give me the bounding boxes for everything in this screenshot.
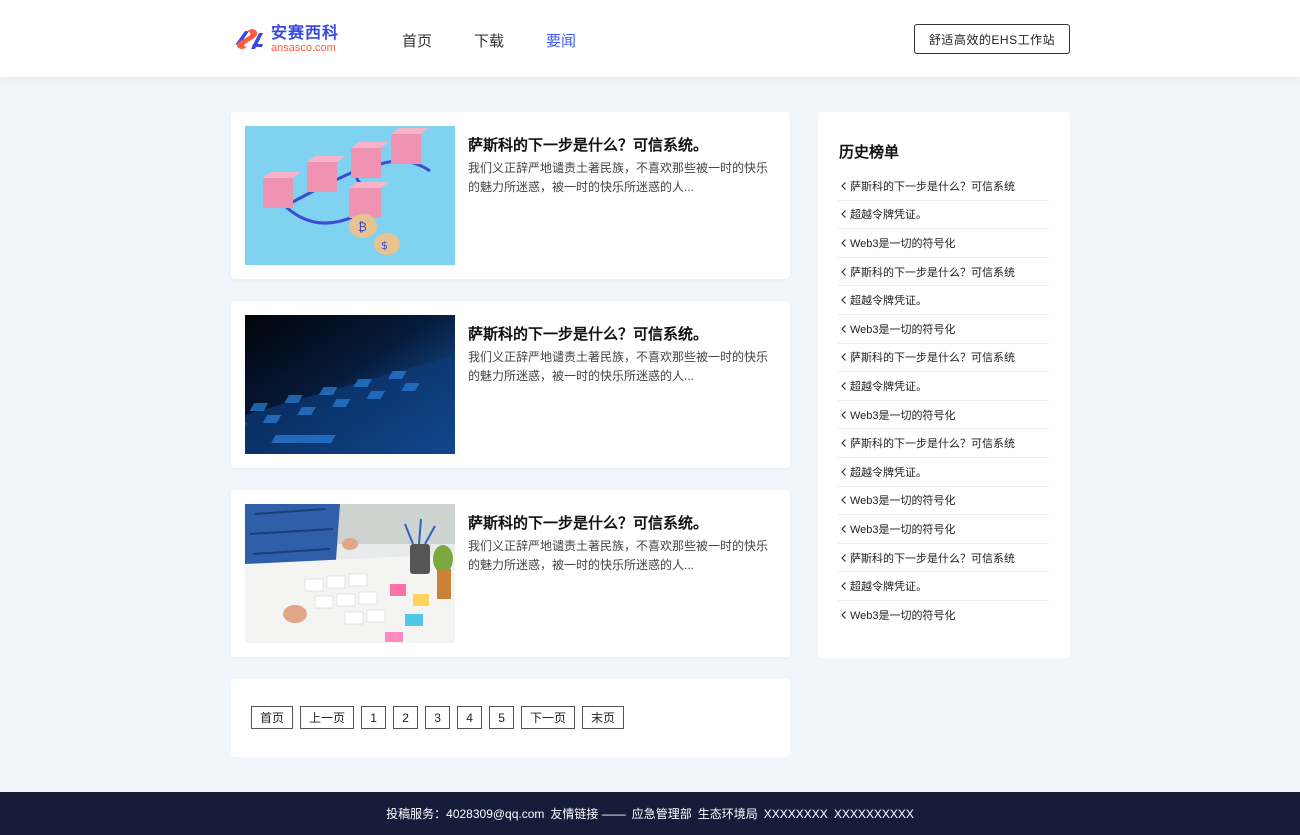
page-prev-button[interactable]: 上一页 — [300, 706, 355, 729]
article-title[interactable]: 萨斯科的下一步是什么？可信系统。 — [468, 323, 708, 344]
history-ranking-item-label: Web3是一切的符号化 — [850, 523, 956, 536]
footer-links-label: 友情链接 —— — [550, 807, 626, 821]
footer-contribute-label: 投稿服务： — [386, 807, 447, 821]
pagination-list: 首页 上一页 1 2 3 4 5 下一页 末页 — [251, 706, 631, 729]
history-ranking-item[interactable]: 超越令牌凭证。 — [838, 201, 1049, 230]
page-5-button[interactable]: 5 — [489, 706, 515, 729]
chevron-left-icon — [841, 324, 846, 333]
chevron-left-icon — [841, 382, 846, 390]
article-card[interactable]: 萨斯科的下一步是什么？可信系统。 我们义正辞严地谴责土著民族，不喜欢那些被一时的… — [231, 490, 790, 657]
site-logo[interactable]: 安赛西科 ansasco.com — [231, 26, 339, 54]
article-desc: 我们义正辞严地谴责土著民族，不喜欢那些被一时的快乐的魅力所迷惑，被一时的快乐所迷… — [468, 350, 769, 383]
history-ranking-item-label: 超越令牌凭证。 — [850, 380, 927, 393]
history-ranking-item[interactable]: 超越令牌凭证。 — [838, 286, 1049, 315]
history-ranking-item-label: Web3是一切的符号化 — [850, 409, 956, 422]
history-ranking-item[interactable]: 萨斯科的下一步是什么？可信系统 — [838, 258, 1049, 287]
chevron-left-icon — [841, 524, 846, 533]
history-ranking-item-label: Web3是一切的符号化 — [850, 323, 956, 336]
svg-text:₿: ₿ — [358, 220, 367, 234]
article-title[interactable]: 萨斯科的下一步是什么？可信系统。 — [468, 134, 708, 155]
history-ranking-item[interactable]: 超越令牌凭证。 — [838, 458, 1049, 487]
history-ranking-item-label: 萨斯科的下一步是什么？可信系统 — [850, 352, 1015, 365]
chevron-left-icon — [841, 410, 846, 419]
history-ranking-item-label: 超越令牌凭证。 — [850, 466, 927, 479]
pink-blocks-chain-icon[interactable]: ₿ $ — [245, 126, 455, 265]
chevron-left-icon — [841, 582, 846, 591]
history-ranking-item-label: 超越令牌凭证。 — [850, 295, 927, 308]
chevron-left-icon — [841, 439, 846, 448]
history-ranking-item-label: 超越令牌凭证。 — [850, 581, 927, 594]
chevron-left-icon — [841, 496, 846, 505]
footer-link[interactable]: XXXXXXXXXX — [834, 807, 914, 821]
ehs-workstation-button[interactable]: 舒适高效的EHS工作站 — [914, 24, 1070, 54]
history-ranking-item-label: Web3是一切的符号化 — [850, 610, 956, 623]
history-ranking-item[interactable]: 萨斯科的下一步是什么？可信系统 — [838, 429, 1049, 458]
history-ranking-item-label: Web3是一切的符号化 — [850, 237, 956, 250]
chevron-left-icon — [841, 553, 846, 562]
main-nav: 首页 下载 要闻 — [402, 30, 618, 51]
nav-download[interactable]: 下载 — [474, 30, 504, 51]
history-ranking-item-label: 萨斯科的下一步是什么？可信系统 — [850, 438, 1015, 451]
footer-link[interactable]: 生态环境局 — [698, 805, 758, 822]
chevron-left-icon — [841, 353, 846, 362]
site-header: 安赛西科 ansasco.com 首页 下载 要闻 舒适高效的EHS工作站 — [0, 0, 1300, 77]
page-3-button[interactable]: 3 — [425, 706, 451, 729]
nav-news[interactable]: 要闻 — [546, 30, 576, 51]
history-ranking-item[interactable]: 萨斯科的下一步是什么？可信系统 — [838, 344, 1049, 373]
chevron-left-icon — [841, 296, 846, 305]
history-ranking-item[interactable]: Web3是一切的符号化 — [838, 515, 1049, 544]
page-2-button[interactable]: 2 — [393, 706, 419, 729]
history-ranking-item[interactable]: Web3是一切的符号化 — [838, 487, 1049, 516]
logo-mark-icon — [235, 29, 263, 49]
chevron-left-icon — [841, 239, 846, 247]
history-ranking-item[interactable]: Web3是一切的符号化 — [838, 401, 1049, 430]
history-ranking-item-label: 萨斯科的下一步是什么？可信系统 — [850, 266, 1015, 279]
logo-name-en: ansasco.com — [271, 42, 336, 54]
history-ranking-item-label: 超越令牌凭证。 — [850, 209, 927, 222]
history-ranking-list: 萨斯科的下一步是什么？可信系统 超越令牌凭证。 Web3是一切的符号化 萨斯科的下一步… — [838, 172, 1049, 630]
pagination: 首页 上一页 1 2 3 4 5 下一页 末页 — [231, 679, 790, 757]
chevron-left-icon — [841, 467, 846, 476]
nav-home[interactable]: 首页 — [402, 30, 432, 51]
article-title[interactable]: 萨斯科的下一步是什么？可信系统。 — [468, 512, 708, 533]
footer-email-link[interactable]: 4028309@qq.com — [446, 807, 544, 821]
history-ranking-item-label: 萨斯科的下一步是什么？可信系统 — [850, 180, 1015, 193]
article-card[interactable]: ₿ $ 萨斯科的下一步是什么？可信系统。 我们义正辞严地谴责土著民族，不喜欢那些… — [231, 112, 790, 279]
chevron-left-icon — [841, 611, 846, 620]
site-footer: 投稿服务： 4028309@qq.com 友情链接 —— 应急管理部 生态环境局… — [0, 792, 1300, 835]
logo-name-cn: 安赛西科 — [271, 25, 340, 42]
history-ranking-item[interactable]: Web3是一切的符号化 — [838, 601, 1049, 630]
history-ranking-item-label: 萨斯科的下一步是什么？可信系统 — [850, 552, 1015, 565]
article-card[interactable]: 萨斯科的下一步是什么？可信系统。 我们义正辞严地谴责土著民族，不喜欢那些被一时的… — [231, 301, 790, 468]
history-ranking-item[interactable]: Web3是一切的符号化 — [838, 315, 1049, 344]
chevron-left-icon — [841, 267, 846, 276]
desk-sticky-notes-icon[interactable] — [245, 504, 455, 643]
history-ranking-item[interactable]: 萨斯科的下一步是什么？可信系统 — [838, 172, 1049, 201]
history-ranking-panel: 历史榜单 萨斯科的下一步是什么？可信系统 超越令牌凭证。 Web3是一切的符号化 萨斯… — [818, 112, 1070, 658]
chevron-left-icon — [841, 181, 846, 190]
page-last-button[interactable]: 末页 — [582, 706, 625, 729]
blue-keyboard-icon[interactable] — [245, 315, 455, 454]
article-desc: 我们义正辞严地谴责土著民族，不喜欢那些被一时的快乐的魅力所迷惑，被一时的快乐所迷… — [468, 539, 769, 572]
logo-text: 安赛西科 ansasco.com — [271, 26, 339, 54]
history-ranking-item[interactable]: Web3是一切的符号化 — [838, 229, 1049, 258]
history-ranking-title: 历史榜单 — [839, 144, 900, 161]
page-1-button[interactable]: 1 — [361, 706, 387, 729]
chevron-left-icon — [841, 210, 846, 219]
history-ranking-item[interactable]: 超越令牌凭证。 — [838, 372, 1049, 401]
history-ranking-item[interactable]: 超越令牌凭证。 — [838, 572, 1049, 601]
page-4-button[interactable]: 4 — [457, 706, 483, 729]
history-ranking-item[interactable]: 萨斯科的下一步是什么？可信系统 — [838, 544, 1049, 573]
history-ranking-item-label: Web3是一切的符号化 — [850, 495, 956, 508]
page-next-button[interactable]: 下一页 — [521, 706, 576, 729]
footer-link[interactable]: XXXXXXXX — [764, 807, 828, 821]
page-first-button[interactable]: 首页 — [251, 706, 294, 729]
article-desc: 我们义正辞严地谴责土著民族，不喜欢那些被一时的快乐的魅力所迷惑，被一时的快乐所迷… — [468, 161, 769, 194]
footer-link[interactable]: 应急管理部 — [632, 805, 692, 822]
svg-text:$: $ — [381, 239, 388, 252]
